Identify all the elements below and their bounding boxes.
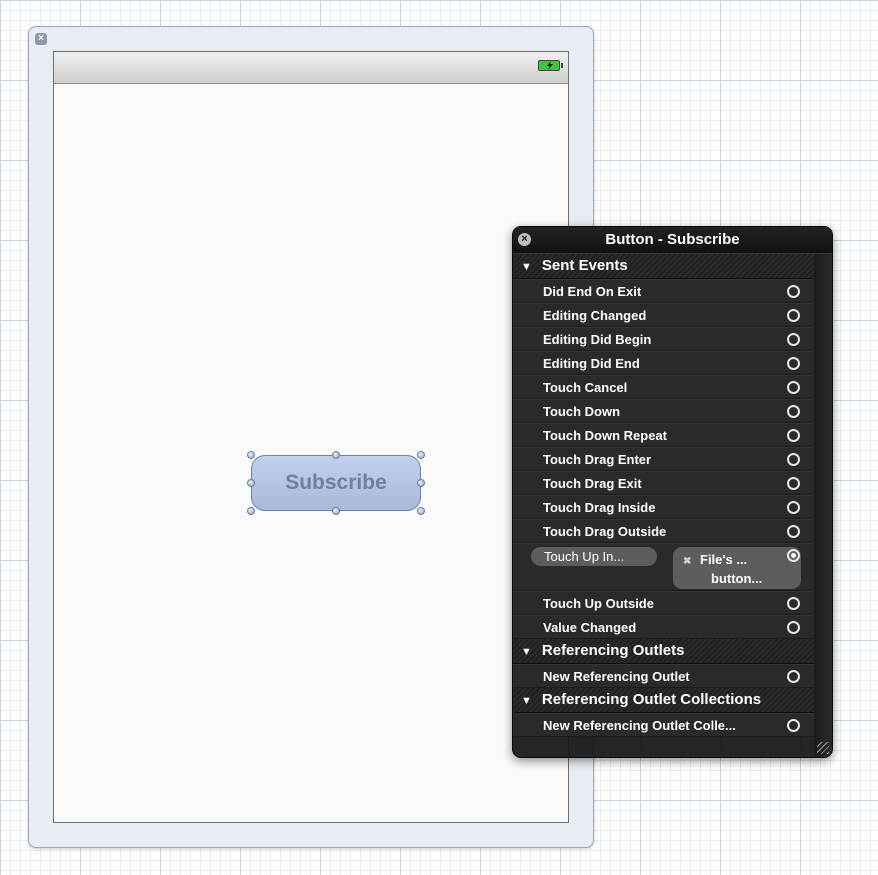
event-label: Touch Drag Enter — [543, 452, 652, 467]
resize-handle-bottom[interactable] — [332, 507, 340, 515]
event-row: Did End On Exit — [513, 279, 832, 303]
resize-grip-icon[interactable] — [817, 742, 829, 754]
remove-connection-icon[interactable]: ✖ — [683, 550, 691, 574]
connected-event-pill[interactable]: Touch Up In... — [531, 547, 657, 566]
connection-circle-icon[interactable] — [787, 405, 800, 418]
event-label: Did End On Exit — [543, 284, 642, 299]
action-label: button... — [711, 571, 763, 586]
connection-circle-icon[interactable] — [787, 501, 800, 514]
connection-circle-icon[interactable] — [787, 333, 800, 346]
close-icon[interactable]: × — [518, 233, 531, 246]
view-frame: Subscribe — [53, 51, 569, 823]
window-close-icon[interactable]: × — [35, 33, 47, 45]
hud-title-bar[interactable]: × Button - Subscribe — [513, 227, 832, 254]
connection-circle-icon[interactable] — [787, 719, 800, 732]
connections-hud: × Button - Subscribe ▼ Sent Events Did En… — [512, 226, 833, 758]
connection-circle-icon[interactable] — [787, 477, 800, 490]
connection-target-pill[interactable]: ✖ File's ... button... — [673, 547, 801, 589]
status-bar — [54, 52, 568, 84]
event-label: Touch Drag Exit — [543, 476, 642, 491]
event-row: Editing Did End — [513, 351, 832, 375]
outlet-row: New Referencing Outlet — [513, 664, 832, 688]
resize-handle-top-right[interactable] — [417, 451, 425, 459]
event-row: Editing Changed — [513, 303, 832, 327]
outlet-label: New Referencing Outlet — [543, 669, 690, 684]
subscribe-button[interactable]: Subscribe — [251, 455, 421, 511]
connection-circle-icon[interactable] — [787, 429, 800, 442]
disclosure-triangle-icon[interactable]: ▼ — [521, 689, 532, 713]
section-referencing-outlets[interactable]: ▼ Referencing Outlets — [513, 639, 832, 664]
connection-circle-icon[interactable] — [787, 453, 800, 466]
connection-circle-filled-icon[interactable] — [787, 549, 800, 562]
event-label: Touch Drag Outside — [543, 524, 667, 539]
connection-circle-icon[interactable] — [787, 285, 800, 298]
event-row: Touch Drag Outside — [513, 519, 832, 543]
event-row: Touch Drag Enter — [513, 447, 832, 471]
event-row: Value Changed — [513, 615, 832, 639]
connection-circle-icon[interactable] — [787, 525, 800, 538]
event-label: Value Changed — [543, 620, 637, 635]
outlet-collection-row: New Referencing Outlet Colle... — [513, 713, 832, 737]
connection-circle-icon[interactable] — [787, 381, 800, 394]
section-referencing-outlet-collections[interactable]: ▼ Referencing Outlet Collections — [513, 688, 832, 713]
hud-title: Button - Subscribe — [605, 231, 740, 248]
event-row-connected: Touch Up In... ✖ File's ... button... — [513, 543, 832, 591]
resize-handle-top-left[interactable] — [247, 451, 255, 459]
event-label: Editing Did Begin — [543, 332, 652, 347]
event-label: Touch Cancel — [543, 380, 628, 395]
event-label: Editing Did End — [543, 356, 640, 371]
connection-circle-icon[interactable] — [787, 597, 800, 610]
event-row: Touch Down — [513, 399, 832, 423]
event-row: Touch Down Repeat — [513, 423, 832, 447]
event-label: Editing Changed — [543, 308, 647, 323]
event-row: Touch Up Outside — [513, 591, 832, 615]
resize-handle-right[interactable] — [417, 479, 425, 487]
disclosure-triangle-icon[interactable]: ▼ — [521, 255, 532, 279]
section-title: Sent Events — [541, 257, 628, 274]
outlet-collection-label: New Referencing Outlet Colle... — [543, 718, 736, 733]
connection-circle-icon[interactable] — [787, 621, 800, 634]
resize-handle-left[interactable] — [247, 479, 255, 487]
event-label: Touch Drag Inside — [543, 500, 656, 515]
resize-handle-bottom-left[interactable] — [247, 507, 255, 515]
view-canvas[interactable]: Subscribe — [54, 84, 568, 822]
event-label: Touch Down — [543, 404, 621, 419]
event-label: Touch Down Repeat — [543, 428, 667, 443]
section-title: Referencing Outlets — [541, 642, 685, 659]
event-row: Touch Cancel — [513, 375, 832, 399]
connection-circle-icon[interactable] — [787, 309, 800, 322]
section-sent-events[interactable]: ▼ Sent Events — [513, 254, 832, 279]
event-row: Touch Drag Inside — [513, 495, 832, 519]
battery-icon — [538, 60, 563, 71]
resize-handle-bottom-right[interactable] — [417, 507, 425, 515]
section-title: Referencing Outlet Collections — [541, 691, 762, 708]
disclosure-triangle-icon[interactable]: ▼ — [521, 640, 532, 664]
iphone-view-window: × Subscribe — [28, 26, 594, 848]
event-row: Editing Did Begin — [513, 327, 832, 351]
event-label: Touch Up Outside — [543, 596, 654, 611]
scrollbar-track[interactable] — [814, 254, 832, 757]
connection-circle-icon[interactable] — [787, 670, 800, 683]
resize-handle-top[interactable] — [332, 451, 340, 459]
event-row: Touch Drag Exit — [513, 471, 832, 495]
connection-circle-icon[interactable] — [787, 357, 800, 370]
